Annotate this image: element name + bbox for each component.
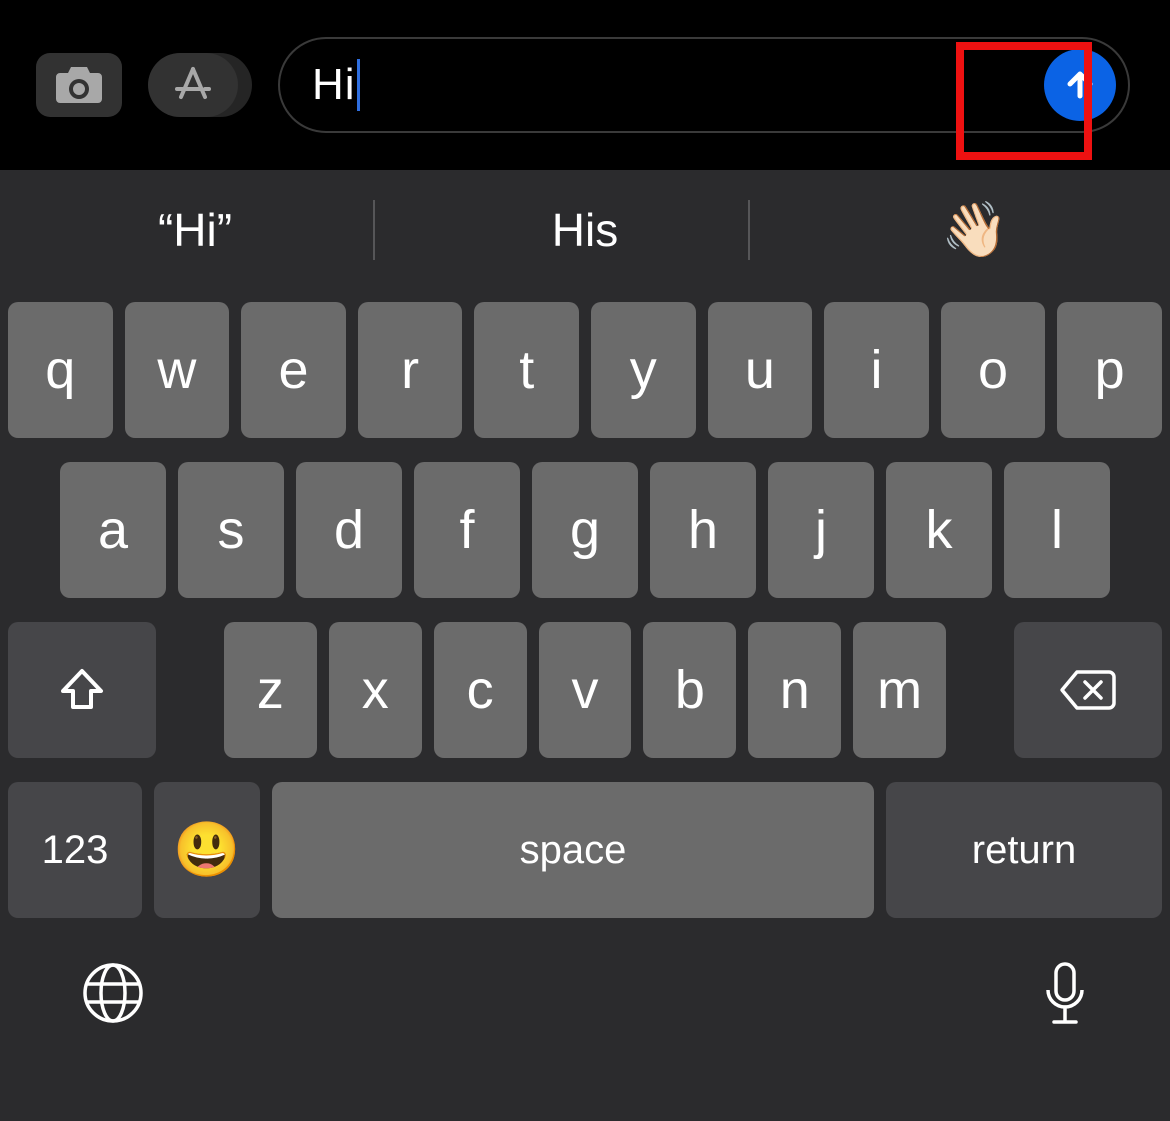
- arrow-up-icon: [1061, 66, 1099, 104]
- suggestion-3[interactable]: 👋🏻: [780, 199, 1170, 262]
- key-o[interactable]: o: [941, 302, 1046, 438]
- key-e[interactable]: e: [241, 302, 346, 438]
- globe-button[interactable]: [80, 960, 146, 1026]
- keyboard-bottom-bar: [0, 942, 1170, 1112]
- key-backspace[interactable]: [1014, 622, 1162, 758]
- key-k[interactable]: k: [886, 462, 992, 598]
- shift-icon: [57, 665, 107, 715]
- key-x[interactable]: x: [329, 622, 422, 758]
- key-d[interactable]: d: [296, 462, 402, 598]
- key-h[interactable]: h: [650, 462, 756, 598]
- keyboard: “Hi” His 👋🏻 q w e r t y u i o p a s d f …: [0, 170, 1170, 1121]
- dictation-button[interactable]: [1040, 960, 1090, 1034]
- key-s[interactable]: s: [178, 462, 284, 598]
- keyboard-rows: q w e r t y u i o p a s d f g h j k l: [0, 290, 1170, 918]
- key-numbers[interactable]: 123: [8, 782, 142, 918]
- divider: [748, 200, 750, 260]
- keyboard-row-3: z x c v b n m: [8, 622, 1162, 758]
- emoji-icon: 😃: [173, 819, 240, 882]
- key-q[interactable]: q: [8, 302, 113, 438]
- key-n[interactable]: n: [748, 622, 841, 758]
- camera-button[interactable]: [36, 53, 122, 117]
- key-i[interactable]: i: [824, 302, 929, 438]
- key-p[interactable]: p: [1057, 302, 1162, 438]
- key-w[interactable]: w: [125, 302, 230, 438]
- backspace-icon: [1059, 668, 1117, 712]
- key-a[interactable]: a: [60, 462, 166, 598]
- key-shift[interactable]: [8, 622, 156, 758]
- key-z[interactable]: z: [224, 622, 317, 758]
- microphone-icon: [1040, 960, 1090, 1034]
- suggestion-bar: “Hi” His 👋🏻: [0, 170, 1170, 290]
- key-m[interactable]: m: [853, 622, 946, 758]
- wave-emoji-icon: 👋🏻: [941, 199, 1008, 262]
- globe-icon: [80, 960, 146, 1026]
- suggestion-1[interactable]: “Hi”: [0, 203, 390, 257]
- apps-button[interactable]: [148, 53, 252, 117]
- keyboard-row-2: a s d f g h j k l: [8, 462, 1162, 598]
- key-c[interactable]: c: [434, 622, 527, 758]
- app-store-icon: [171, 63, 215, 107]
- key-j[interactable]: j: [768, 462, 874, 598]
- divider: [373, 200, 375, 260]
- send-button[interactable]: [1044, 49, 1116, 121]
- message-input-text: Hi: [312, 60, 356, 110]
- key-space[interactable]: space: [272, 782, 874, 918]
- key-f[interactable]: f: [414, 462, 520, 598]
- key-v[interactable]: v: [539, 622, 632, 758]
- key-y[interactable]: y: [591, 302, 696, 438]
- key-g[interactable]: g: [532, 462, 638, 598]
- key-return[interactable]: return: [886, 782, 1162, 918]
- message-input[interactable]: Hi: [278, 37, 1130, 133]
- suggestion-2[interactable]: His: [390, 203, 780, 257]
- key-r[interactable]: r: [358, 302, 463, 438]
- message-composer-bar: Hi: [0, 0, 1170, 170]
- keyboard-row-1: q w e r t y u i o p: [8, 302, 1162, 438]
- key-l[interactable]: l: [1004, 462, 1110, 598]
- key-b[interactable]: b: [643, 622, 736, 758]
- key-emoji[interactable]: 😃: [154, 782, 260, 918]
- key-u[interactable]: u: [708, 302, 813, 438]
- text-cursor: [357, 59, 360, 111]
- camera-icon: [54, 65, 104, 105]
- keyboard-row-4: 123 😃 space return: [8, 782, 1162, 918]
- key-t[interactable]: t: [474, 302, 579, 438]
